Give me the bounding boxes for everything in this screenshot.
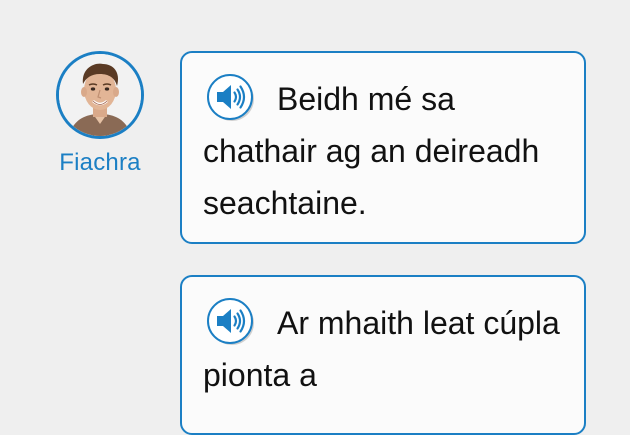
- speaker-audio-icon[interactable]: [203, 73, 259, 123]
- message-bubble: Ar mhaith leat cúpla pionta a: [180, 275, 586, 435]
- speaker-name: Fiachra: [59, 149, 141, 176]
- person-photo-icon: [59, 54, 141, 136]
- speaker: Fiachra: [56, 51, 144, 177]
- speaker-audio-icon[interactable]: [203, 297, 259, 347]
- message-bubble: Beidh mé sa chathair ag an deireadh seac…: [180, 51, 586, 244]
- avatar: [56, 51, 144, 139]
